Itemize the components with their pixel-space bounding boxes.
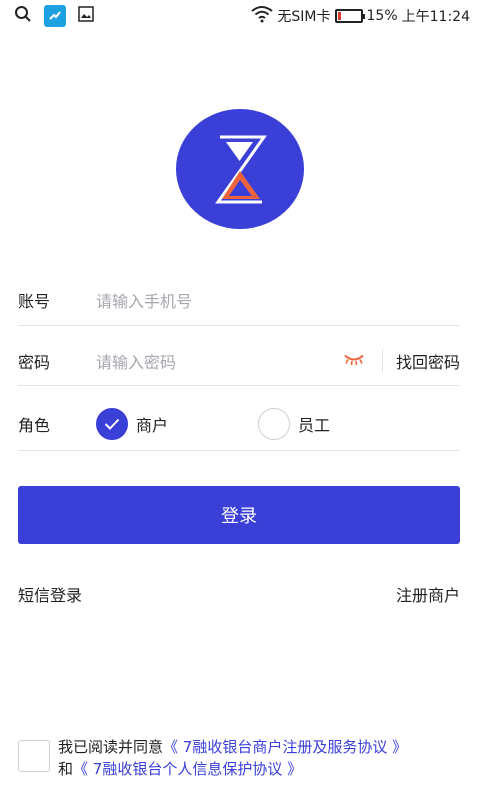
divider <box>18 325 460 326</box>
battery-icon <box>334 9 365 23</box>
service-agreement-link[interactable]: 《 7融收银台商户注册及服务协议 》 <box>163 738 407 756</box>
role-option-label: 员工 <box>298 416 331 435</box>
sim-status: 无SIM卡 <box>277 9 331 25</box>
account-input[interactable]: 请输入手机号 <box>96 288 192 312</box>
register-merchant-link[interactable]: 注册商户 <box>396 582 460 606</box>
agreement: 我已阅读并同意《 7融收银台商户注册及服务协议 》 和《 7融收银台个人信息保护… <box>18 736 468 780</box>
agreement-checkbox[interactable] <box>18 740 50 772</box>
clock: 上午11:24 <box>401 9 470 25</box>
password-label: 密码 <box>18 353 51 372</box>
image-icon <box>78 6 94 26</box>
account-label: 账号 <box>18 292 51 311</box>
eye-closed-icon[interactable] <box>343 352 365 371</box>
password-row: 密码 请输入密码 找回密码 <box>18 343 460 379</box>
bottom-links: 短信登录 注册商户 <box>18 582 460 606</box>
account-row: 账号 请输入手机号 <box>18 282 460 318</box>
role-option-staff[interactable]: 员工 <box>258 408 330 440</box>
role-option-merchant[interactable]: 商户 <box>96 408 258 440</box>
radio-unchecked-icon <box>258 408 290 440</box>
divider <box>18 385 460 386</box>
sms-login-link[interactable]: 短信登录 <box>18 582 82 606</box>
privacy-agreement-link[interactable]: 《 7融收银台个人信息保护协议 》 <box>73 760 302 778</box>
forgot-password-link[interactable]: 找回密码 <box>396 349 460 373</box>
divider <box>382 349 383 373</box>
role-row: 角色 商户 员工 <box>18 406 460 442</box>
agreement-prefix: 我已阅读并同意 <box>58 738 164 756</box>
battery-percent: 15% <box>366 8 398 24</box>
password-input[interactable]: 请输入密码 <box>96 349 176 373</box>
status-bar: 无SIM卡 15% 上午11:24 <box>0 0 480 32</box>
divider <box>18 450 460 451</box>
wifi-icon <box>251 5 274 27</box>
agreement-text: 我已阅读并同意《 7融收银台商户注册及服务协议 》 和《 7融收银台个人信息保护… <box>58 736 407 780</box>
role-label: 角色 <box>18 416 51 435</box>
login-button[interactable]: 登录 <box>18 486 460 544</box>
checkmark-icon <box>96 408 128 440</box>
agreement-conjunction: 和 <box>58 760 74 778</box>
role-option-label: 商户 <box>136 416 169 435</box>
app-logo <box>176 109 304 229</box>
app-notification-icon <box>44 5 66 27</box>
search-icon <box>14 5 32 27</box>
